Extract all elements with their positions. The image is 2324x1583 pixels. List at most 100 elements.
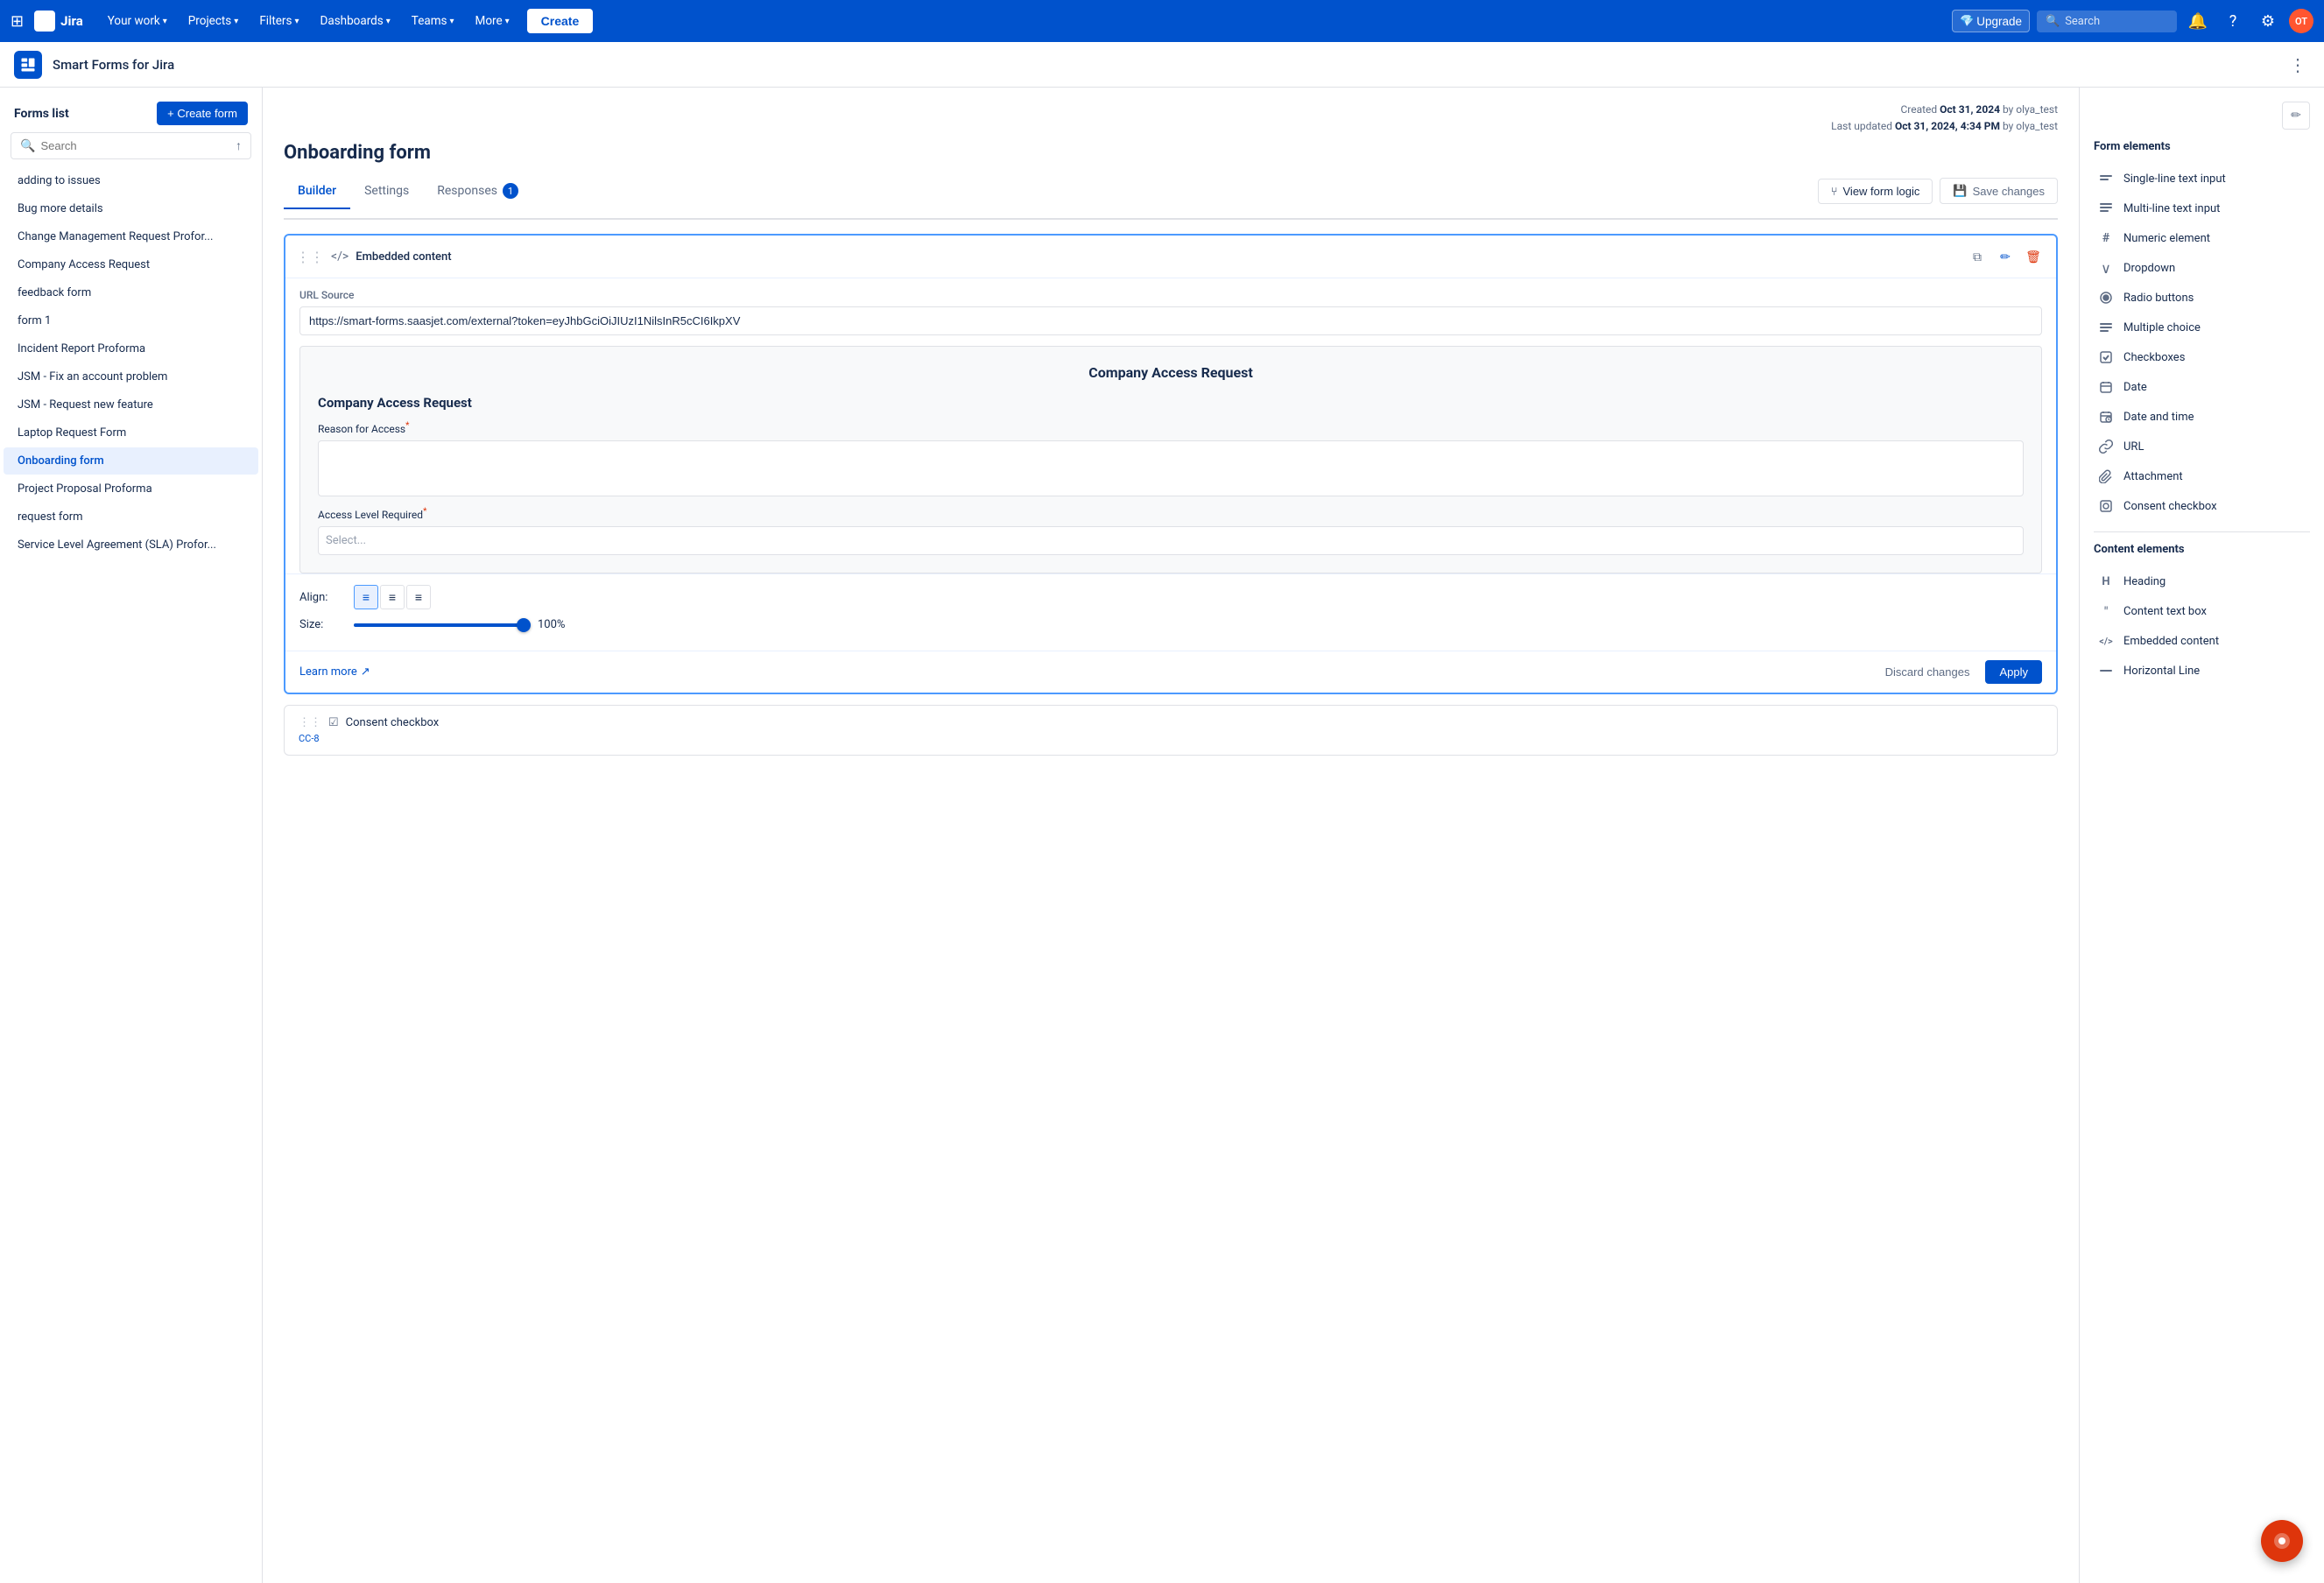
drag-handle-icon[interactable]: ⋮⋮ — [299, 716, 321, 729]
sidebar-item-sla[interactable]: Service Level Agreement (SLA) Profor... — [4, 531, 258, 559]
sidebar-item-incident[interactable]: Incident Report Proforma — [4, 335, 258, 362]
nav-filters[interactable]: Filters ▾ — [252, 11, 306, 32]
nav-dashboards[interactable]: Dashboards ▾ — [313, 11, 398, 32]
element-date[interactable]: Date — [2094, 372, 2310, 402]
element-multi-line[interactable]: Multi-line text input — [2094, 193, 2310, 223]
discard-changes-button[interactable]: Discard changes — [1877, 660, 1979, 684]
date-icon — [2097, 378, 2115, 396]
search-icon: 🔍 — [2046, 15, 2060, 28]
create-form-button[interactable]: + Create form — [157, 102, 248, 125]
url-label: URL — [2123, 440, 2144, 454]
search-icon: 🔍 — [20, 139, 35, 153]
element-content-text[interactable]: " Content text box — [2094, 596, 2310, 626]
element-single-line[interactable]: Single-line text input — [2094, 164, 2310, 193]
embedded-icon: </> — [331, 250, 349, 264]
edit-element-button[interactable]: ✏ — [1993, 244, 2018, 269]
element-url[interactable]: URL — [2094, 432, 2310, 461]
main-layout: Forms list + Create form 🔍 ↑ adding to i… — [0, 88, 2324, 1583]
more-options-button[interactable]: ⋮ — [2285, 51, 2310, 79]
nav-projects[interactable]: Projects ▾ — [181, 11, 246, 32]
form-toolbar: Builder Settings Responses 1 ⑂ View form… — [263, 174, 2079, 218]
footer-actions: Discard changes Apply — [1877, 660, 2042, 684]
embedded-content-element: ⋮⋮ </> Embedded content ⧉ ✏ 🗑 URL Source — [284, 234, 2058, 694]
fab-button[interactable] — [2261, 1520, 2303, 1562]
upload-icon[interactable]: ↑ — [236, 138, 242, 153]
responses-badge: 1 — [503, 183, 518, 199]
avatar[interactable]: OT — [2289, 9, 2313, 33]
sidebar-item-laptop[interactable]: Laptop Request Form — [4, 419, 258, 447]
upgrade-button[interactable]: 💎 Upgrade — [1952, 10, 2030, 32]
sidebar-search: 🔍 ↑ — [11, 132, 251, 159]
element-multiple-choice[interactable]: Multiple choice — [2094, 313, 2310, 342]
sidebar-item-change[interactable]: Change Management Request Profor... — [4, 223, 258, 250]
content-text-label: Content text box — [2123, 605, 2207, 618]
element-dropdown[interactable]: ∨ Dropdown — [2094, 253, 2310, 283]
top-navigation: ⊞ Jira Your work ▾ Projects ▾ Filters ▾ … — [0, 0, 2324, 42]
sidebar-header: Forms list + Create form — [0, 88, 262, 132]
horizontal-line-icon — [2097, 662, 2115, 679]
sidebar-item-project[interactable]: Project Proposal Proforma — [4, 475, 258, 503]
form-meta: Created Oct 31, 2024 by olya_test Last u… — [284, 102, 2058, 135]
consent-header: ⋮⋮ ☑ Consent checkbox — [299, 716, 2043, 729]
sidebar-item-adding[interactable]: adding to issues — [4, 167, 258, 194]
element-heading[interactable]: H Heading — [2094, 566, 2310, 596]
consent-icon: ☑ — [328, 716, 339, 729]
nav-your-work[interactable]: Your work ▾ — [101, 11, 174, 32]
delete-element-button[interactable]: 🗑 — [2021, 244, 2046, 269]
jira-logo[interactable]: Jira — [34, 11, 83, 32]
help-button[interactable]: ? — [2219, 7, 2247, 35]
element-attachment[interactable]: Attachment — [2094, 461, 2310, 491]
chevron-down-icon: ▾ — [386, 17, 391, 26]
search-box[interactable]: 🔍 Search — [2037, 11, 2177, 32]
grid-icon[interactable]: ⊞ — [11, 12, 24, 31]
element-embedded-content[interactable]: </> Embedded content — [2094, 626, 2310, 656]
url-source-label: URL Source — [299, 289, 2042, 301]
sidebar-item-bug[interactable]: Bug more details — [4, 195, 258, 222]
main-content: Created Oct 31, 2024 by olya_test Last u… — [263, 88, 2079, 1583]
element-numeric[interactable]: # Numeric element — [2094, 223, 2310, 253]
align-left-button[interactable]: ≡ — [354, 585, 378, 609]
align-center-button[interactable]: ≡ — [380, 585, 405, 609]
nav-more[interactable]: More ▾ — [468, 11, 517, 32]
consent-checkbox-label: Consent checkbox — [2123, 500, 2217, 513]
sidebar-title: Forms list — [14, 107, 69, 121]
copy-element-button[interactable]: ⧉ — [1965, 244, 1989, 269]
size-slider[interactable] — [354, 623, 529, 627]
element-radio[interactable]: Radio buttons — [2094, 283, 2310, 313]
sidebar-item-request[interactable]: request form — [4, 503, 258, 531]
save-changes-button[interactable]: 💾 Save changes — [1940, 178, 2058, 204]
element-checkboxes[interactable]: Checkboxes — [2094, 342, 2310, 372]
element-consent-checkbox[interactable]: Consent checkbox — [2094, 491, 2310, 521]
sidebar: Forms list + Create form 🔍 ↑ adding to i… — [0, 88, 263, 1583]
size-label: Size: — [299, 618, 343, 631]
url-source-input[interactable] — [299, 306, 2042, 335]
view-form-logic-button[interactable]: ⑂ View form logic — [1818, 179, 1933, 204]
chevron-down-icon: ▾ — [450, 17, 454, 26]
element-actions: ⧉ ✏ 🗑 — [1965, 244, 2046, 269]
sidebar-item-company[interactable]: Company Access Request — [4, 251, 258, 278]
radio-label: Radio buttons — [2123, 292, 2194, 305]
apply-button[interactable]: Apply — [1985, 660, 2042, 684]
settings-button[interactable]: ⚙ — [2254, 7, 2282, 35]
sidebar-item-jsm-request[interactable]: JSM - Request new feature — [4, 391, 258, 419]
sidebar-item-form1[interactable]: form 1 — [4, 307, 258, 334]
nav-teams[interactable]: Teams ▾ — [405, 11, 461, 32]
element-horizontal-line[interactable]: Horizontal Line — [2094, 656, 2310, 686]
edit-form-button[interactable]: ✏ — [2282, 102, 2310, 130]
tab-settings[interactable]: Settings — [350, 174, 423, 209]
create-button[interactable]: Create — [527, 9, 594, 33]
sidebar-item-onboarding[interactable]: Onboarding form — [4, 447, 258, 475]
notifications-button[interactable]: 🔔 — [2184, 7, 2212, 35]
content-text-icon: " — [2097, 602, 2115, 620]
sidebar-item-jsm-fix[interactable]: JSM - Fix an account problem — [4, 363, 258, 390]
learn-more-link[interactable]: Learn more ↗ — [299, 665, 370, 679]
align-right-button[interactable]: ≡ — [406, 585, 431, 609]
preview-textarea — [318, 440, 2024, 496]
tab-responses[interactable]: Responses 1 — [423, 174, 532, 209]
drag-handle-icon[interactable]: ⋮⋮ — [296, 249, 324, 265]
numeric-label: Numeric element — [2123, 232, 2210, 245]
sidebar-item-feedback[interactable]: feedback form — [4, 279, 258, 306]
tab-builder[interactable]: Builder — [284, 174, 350, 209]
search-input[interactable] — [40, 139, 230, 152]
element-date-time[interactable]: Date and time — [2094, 402, 2310, 432]
